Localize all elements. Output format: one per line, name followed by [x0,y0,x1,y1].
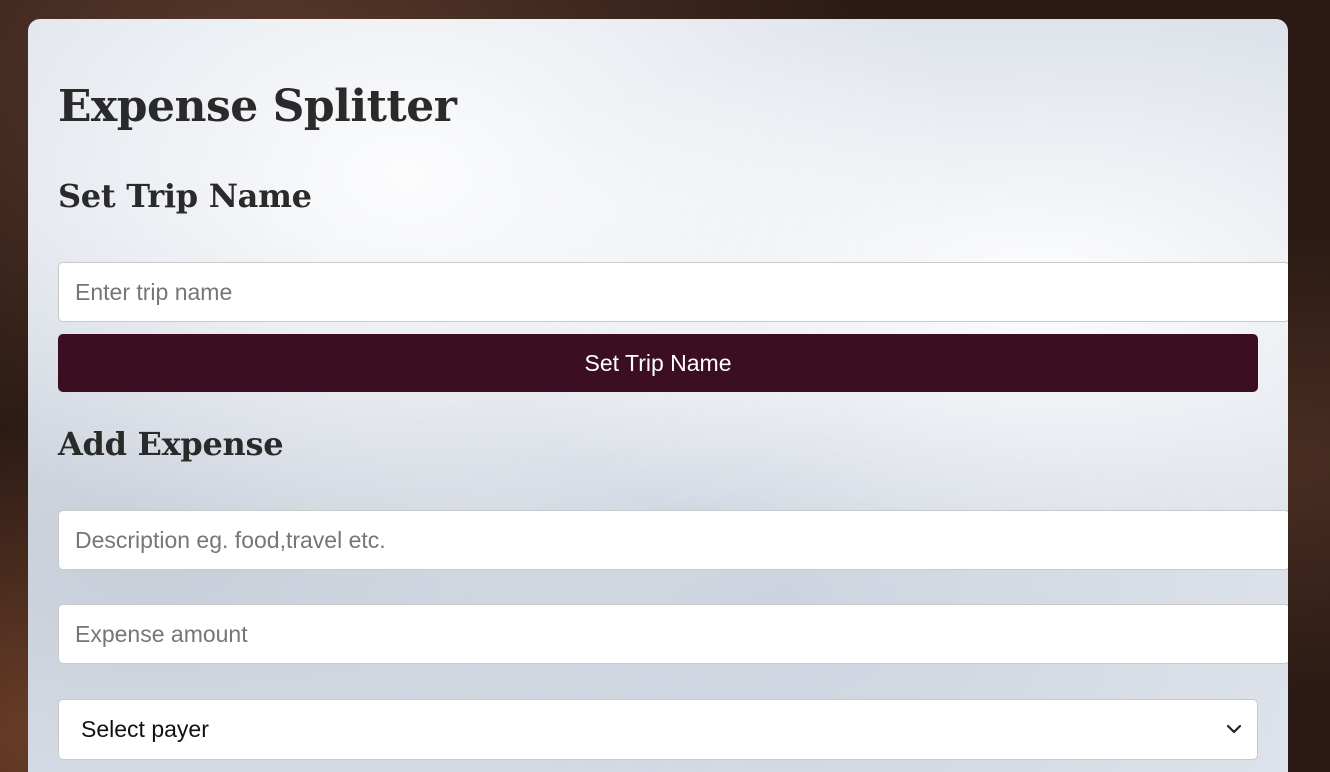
set-trip-name-heading: Set Trip Name [58,177,312,215]
payer-select[interactable]: Select payer [58,699,1258,760]
expense-description-input[interactable] [58,510,1288,570]
expense-splitter-card: Expense Splitter Set Trip Name Set Trip … [28,19,1288,772]
expense-amount-input[interactable] [58,604,1288,664]
chevron-down-icon [1226,724,1242,734]
trip-name-input[interactable] [58,262,1288,322]
page-title: Expense Splitter [58,81,457,132]
add-expense-heading: Add Expense [58,425,284,463]
payer-select-value: Select payer [81,716,209,742]
set-trip-name-button[interactable]: Set Trip Name [58,334,1258,392]
